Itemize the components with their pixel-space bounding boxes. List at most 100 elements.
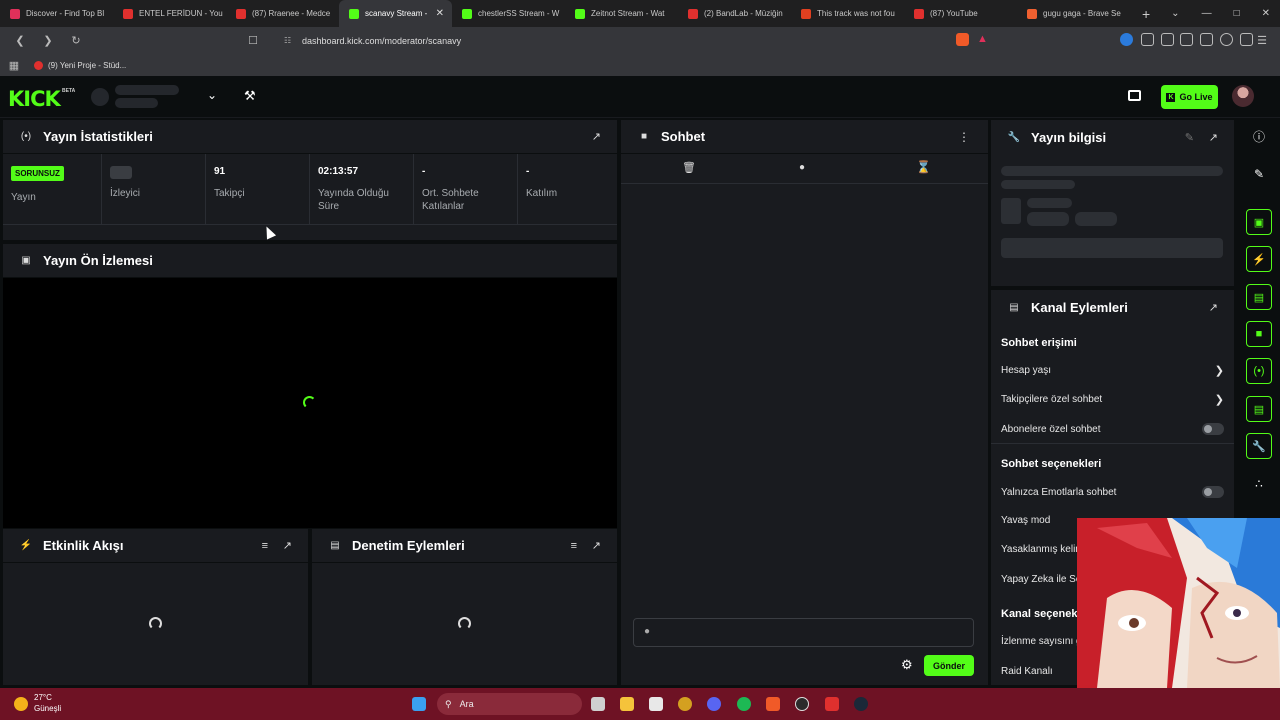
app-icon[interactable] [678, 697, 692, 711]
row-label: Hesap yaşı [1001, 365, 1052, 376]
wrench-toggle-icon[interactable]: 🔧 [1246, 433, 1272, 459]
steam-icon[interactable] [854, 697, 868, 711]
windows-start-icon[interactable] [412, 697, 426, 711]
new-tab-icon[interactable]: + [1142, 6, 1150, 22]
broadcast-icon: (•) [20, 131, 32, 142]
browser-tab[interactable]: (2) BandLab - Müziğin [678, 0, 791, 27]
chat-toggle-icon[interactable]: ■ [1246, 321, 1272, 347]
user-avatar[interactable] [1232, 85, 1254, 107]
subscribers-only-toggle[interactable] [1202, 423, 1224, 435]
channel-options-heading: Kanal seçenek [1001, 608, 1078, 620]
moderation-toggle-icon[interactable]: ▤ [1246, 284, 1272, 310]
address-bar[interactable]: ☷ dashboard.kick.com/moderator/scanavy [280, 30, 948, 51]
url-text: dashboard.kick.com/moderator/scanavy [302, 35, 462, 46]
actions-toggle-icon[interactable]: ▤ [1246, 396, 1272, 422]
extension-icon[interactable] [1120, 33, 1133, 46]
chevron-down-icon[interactable]: ⌄ [207, 88, 217, 102]
brave-shields-icon[interactable] [956, 33, 969, 46]
emote-only-toggle[interactable] [1202, 486, 1224, 498]
tab-list-icon[interactable]: ⌄ [1171, 8, 1179, 19]
channel-avatar-placeholder[interactable] [91, 88, 109, 106]
row-label: Abonelere özel sohbet [1001, 423, 1101, 435]
stat-value: - [422, 166, 426, 177]
anime-art [1077, 518, 1280, 688]
activity-panel-title: Etkinlik Akışı [43, 538, 124, 553]
vpn-icon[interactable] [1240, 33, 1253, 46]
popout-icon[interactable]: ↗ [283, 539, 292, 552]
bookmark-item[interactable]: (9) Yeni Proje - Stüd... [34, 60, 126, 70]
trash-icon[interactable]: 🗑 [682, 161, 696, 174]
store-icon[interactable] [649, 697, 663, 711]
file-explorer-icon[interactable] [620, 697, 634, 711]
app-red-icon[interactable] [825, 697, 839, 711]
edit-icon[interactable]: ✎ [1185, 131, 1194, 144]
tab-title: (87) YouTube [930, 9, 978, 18]
widgets-icon[interactable]: ∴ [1246, 471, 1272, 497]
apps-grid-icon[interactable]: ▦ [6, 59, 22, 72]
browser-tab[interactable]: This track was not fou [791, 0, 904, 27]
browser-tab[interactable]: scanavy Stream - ✕ [339, 0, 452, 27]
hammer-icon[interactable]: ⚒ [244, 88, 256, 104]
activity-toggle-icon[interactable]: ⚡ [1246, 246, 1272, 272]
loading-spinner [149, 617, 162, 630]
site-info-icon[interactable]: ☷ [284, 36, 291, 45]
back-icon[interactable]: ❮ [12, 34, 28, 47]
account-age-row[interactable]: Hesap yaşı ❯ [1001, 364, 1224, 377]
send-button[interactable]: Gönder [924, 655, 974, 676]
wallet-icon[interactable] [1200, 33, 1213, 46]
maximize-icon[interactable]: □ [1234, 8, 1240, 19]
close-window-icon[interactable]: ✕ [1262, 8, 1270, 19]
preview-panel-title: Yayın Ön İzlemesi [43, 253, 153, 268]
row-label: Yavaş mod [1001, 515, 1051, 526]
forward-icon[interactable]: ❯ [40, 34, 56, 47]
puzzle-icon[interactable] [1141, 33, 1154, 46]
brave-rewards-icon[interactable]: ▲ [977, 33, 990, 46]
obs-icon[interactable] [795, 697, 809, 711]
weather-icon[interactable] [14, 697, 28, 711]
info-icon[interactable]: ⓘ [1246, 123, 1272, 149]
reload-icon[interactable]: ↻ [68, 34, 84, 47]
browser-tab[interactable]: Discover - Find Top Bl [0, 0, 113, 27]
leo-icon[interactable] [1220, 33, 1233, 46]
chat-settings-icon[interactable]: ⚙ [901, 657, 913, 673]
discord-icon[interactable] [707, 697, 721, 711]
popout-icon[interactable]: ↗ [1209, 301, 1218, 314]
chat-icon[interactable]: ● [799, 162, 805, 173]
bookmark-icon[interactable]: ☐ [245, 34, 261, 47]
browser-tab[interactable]: ENTEL FERİDUN - You [113, 0, 226, 27]
go-live-button[interactable]: K Go Live [1161, 85, 1218, 109]
tab-title: Discover - Find Top Bl [26, 9, 105, 18]
studio-icon[interactable] [1128, 90, 1141, 101]
taskbar-search[interactable]: ⚲ Ara [437, 693, 582, 715]
stream-preview-panel: ▣ Yayın Ön İzlemesi [3, 244, 617, 528]
minimize-icon[interactable]: — [1202, 8, 1212, 19]
filter-icon[interactable]: ≡ [571, 540, 577, 552]
task-view-icon[interactable] [591, 697, 605, 711]
activity-panel-header: ⚡ Etkinlik Akışı ≡ ↗ [3, 529, 308, 563]
kick-logo[interactable]: KICK [8, 87, 61, 111]
brave-icon[interactable] [766, 697, 780, 711]
share-icon[interactable] [1161, 33, 1174, 46]
broadcast-toggle-icon[interactable]: (•) [1246, 358, 1272, 384]
chat-input[interactable]: ● [633, 618, 974, 647]
section-divider [991, 443, 1234, 444]
preview-toggle-icon[interactable]: ▣ [1246, 209, 1272, 235]
browser-tab[interactable]: (87) Rraenee - Medce [226, 0, 339, 27]
browser-tab[interactable]: (87) YouTube [904, 0, 1017, 27]
hourglass-icon[interactable]: ⌛ [916, 160, 931, 174]
close-tab-icon[interactable]: ✕ [436, 8, 444, 19]
browser-tab[interactable]: gugu gaga - Brave Se [1017, 0, 1130, 27]
followers-only-row[interactable]: Takipçilere özel sohbet ❯ [1001, 393, 1224, 406]
stream-info-panel: 🔧 Yayın bilgisi ✎ ↗ [991, 120, 1234, 286]
popout-icon[interactable]: ↗ [592, 130, 601, 143]
popout-icon[interactable]: ↗ [592, 539, 601, 552]
browser-tab[interactable]: chestlerSS Stream - W [452, 0, 565, 27]
popout-icon[interactable]: ↗ [1209, 131, 1218, 144]
sidebar-icon[interactable] [1180, 33, 1193, 46]
browser-tab[interactable]: Zeitnot Stream - Wat [565, 0, 678, 27]
spotify-icon[interactable] [737, 697, 751, 711]
more-options-icon[interactable]: ⋮ [958, 130, 970, 144]
filter-icon[interactable]: ≡ [262, 540, 268, 552]
menu-icon[interactable]: ☰ [1254, 34, 1270, 47]
pencil-icon[interactable]: ✎ [1246, 161, 1272, 187]
